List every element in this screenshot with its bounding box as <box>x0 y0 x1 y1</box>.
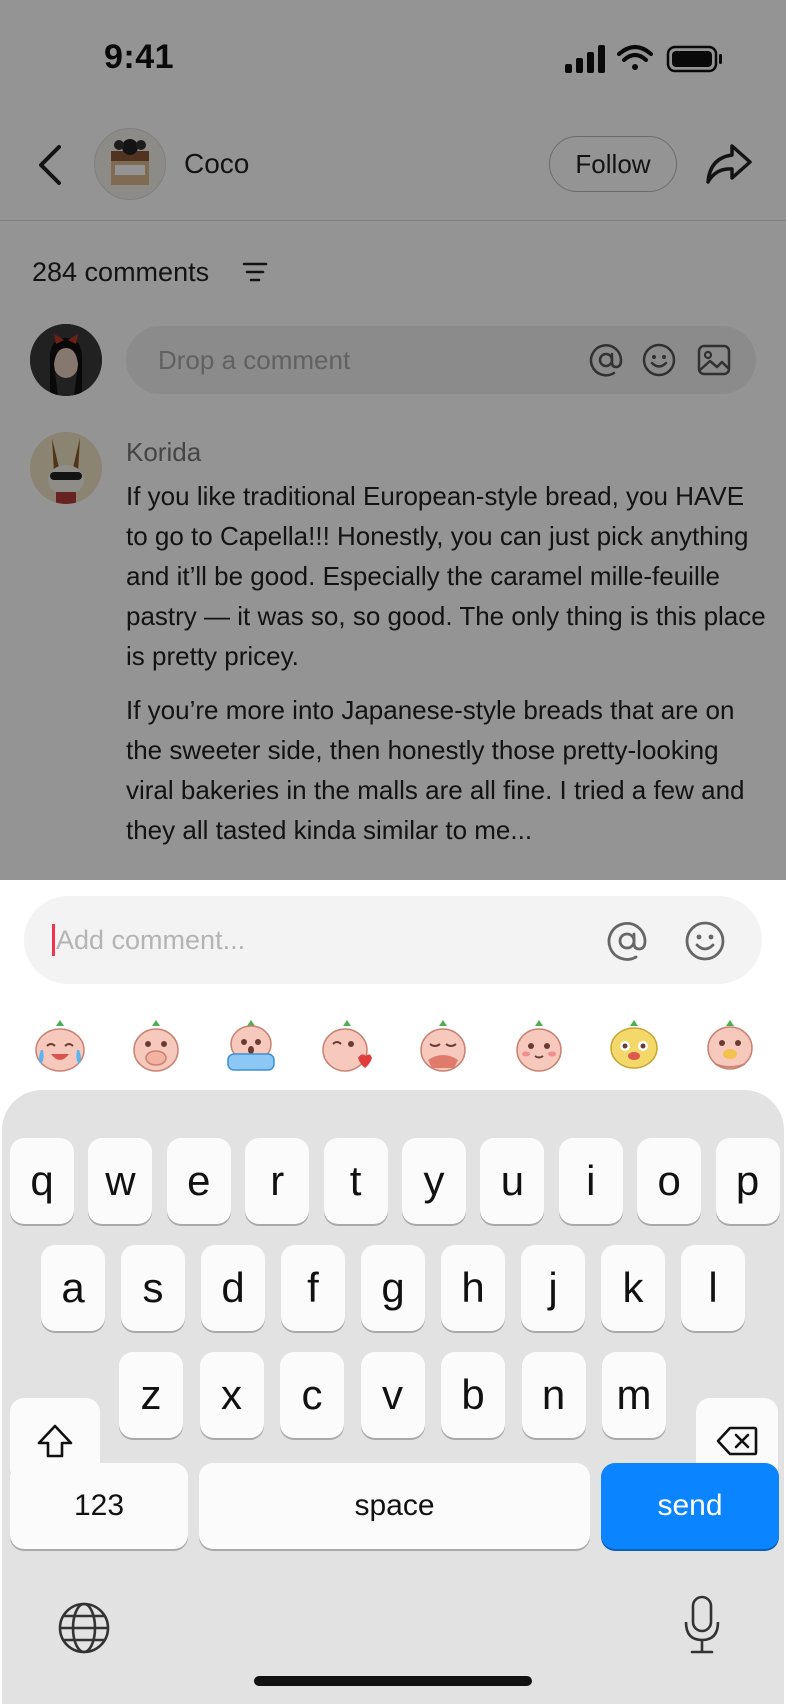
home-indicator <box>254 1676 532 1686</box>
mention-icon[interactable] <box>606 920 648 962</box>
microphone-icon[interactable] <box>682 1594 722 1658</box>
key-f[interactable]: f <box>281 1245 345 1331</box>
text-caret <box>52 924 55 956</box>
key-j[interactable]: j <box>521 1245 585 1331</box>
key-n[interactable]: n <box>521 1352 586 1438</box>
key-b[interactable]: b <box>441 1352 505 1438</box>
key-a[interactable]: a <box>41 1245 105 1331</box>
system-keyboard: qwertyuiop asdfghjkl zxcvbnm 123 space s… <box>2 1090 784 1704</box>
dim-overlay[interactable] <box>0 0 786 880</box>
backspace-icon <box>716 1426 758 1456</box>
key-v[interactable]: v <box>360 1352 425 1438</box>
key-h[interactable]: h <box>441 1245 505 1331</box>
send-key[interactable]: send <box>601 1463 779 1549</box>
key-c[interactable]: c <box>280 1352 344 1438</box>
pleading-sticker[interactable] <box>701 1016 759 1074</box>
composer-input-pill[interactable] <box>24 896 762 984</box>
key-m[interactable]: m <box>602 1352 666 1438</box>
key-u[interactable]: u <box>480 1138 545 1224</box>
key-i[interactable]: i <box>558 1138 623 1224</box>
key-g[interactable]: g <box>361 1245 425 1331</box>
key-t[interactable]: t <box>323 1138 388 1224</box>
globe-icon[interactable] <box>56 1600 112 1656</box>
key-r[interactable]: r <box>245 1138 310 1224</box>
puppy-sticker[interactable] <box>605 1016 663 1074</box>
key-k[interactable]: k <box>601 1245 665 1331</box>
key-l[interactable]: l <box>681 1245 745 1331</box>
composer-input[interactable] <box>56 918 596 962</box>
key-y[interactable]: y <box>402 1138 466 1224</box>
shocked-sticker[interactable] <box>222 1016 280 1074</box>
shift-icon <box>37 1424 73 1458</box>
key-x[interactable]: x <box>199 1352 264 1438</box>
key-w[interactable]: w <box>88 1138 153 1224</box>
key-s[interactable]: s <box>121 1245 185 1331</box>
key-q[interactable]: q <box>10 1138 74 1224</box>
space-key[interactable]: space <box>199 1463 590 1549</box>
key-z[interactable]: z <box>119 1352 183 1438</box>
key-o[interactable]: o <box>637 1138 702 1224</box>
key-p[interactable]: p <box>715 1138 780 1224</box>
blush-sticker[interactable] <box>510 1016 568 1074</box>
facepalm-sticker[interactable] <box>414 1016 472 1074</box>
numbers-key[interactable]: 123 <box>10 1463 188 1549</box>
key-d[interactable]: d <box>201 1245 265 1331</box>
kiss-heart-sticker[interactable] <box>318 1016 376 1074</box>
emoji-icon[interactable] <box>684 920 726 962</box>
crying-laugh-sticker[interactable] <box>31 1016 89 1074</box>
hand-on-mouth-sticker[interactable] <box>127 1016 185 1074</box>
key-e[interactable]: e <box>166 1138 231 1224</box>
